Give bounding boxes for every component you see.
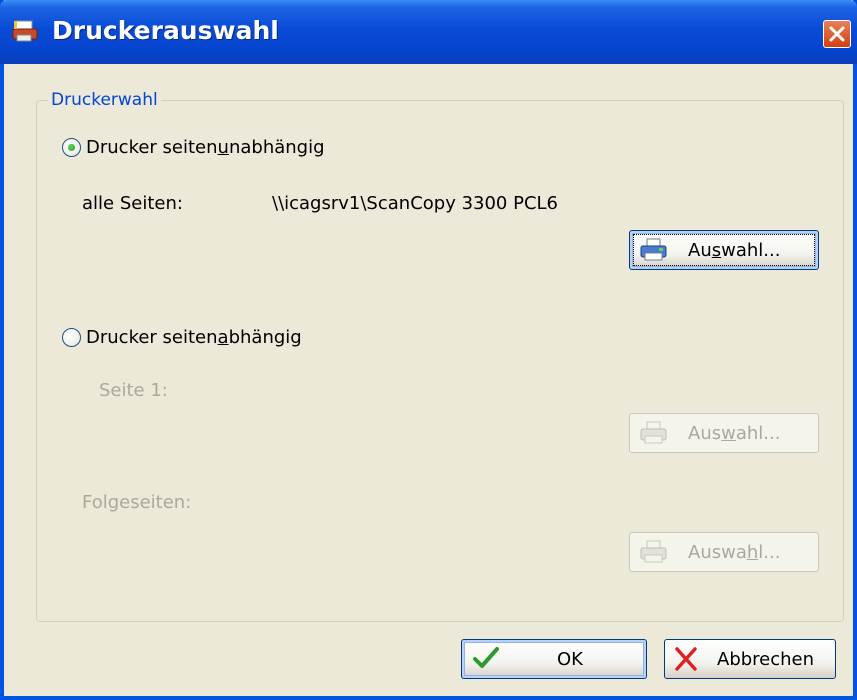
- mnemonic-letter: h: [746, 542, 759, 563]
- select-printer-all-pages-button[interactable]: Auswahl...: [629, 230, 819, 270]
- select-printer-following-pages-button[interactable]: Auswahl...: [629, 532, 819, 572]
- printer-app-icon: [12, 20, 38, 42]
- following-pages-label: Folgeseiten:: [82, 492, 192, 513]
- mnemonic-letter: w: [721, 423, 736, 444]
- label-part: Drucker seiten: [86, 327, 218, 348]
- button-label: Auswahl...: [688, 240, 780, 261]
- cancel-button[interactable]: Abbrechen: [664, 639, 836, 679]
- group-label: Druckerwahl: [48, 90, 161, 110]
- mnemonic-letter: a: [217, 327, 229, 348]
- button-label: Auswahl...: [688, 542, 780, 563]
- mnemonic-letter: u: [217, 137, 229, 158]
- dialog-window: Druckerauswahl Druckerwahl Drucker seite…: [0, 0, 857, 700]
- button-label: OK: [557, 649, 583, 670]
- label-part: Auswa: [688, 542, 747, 563]
- title-bar[interactable]: Druckerauswahl: [0, 0, 857, 64]
- all-pages-printer-value: \\icagsrv1\ScanCopy 3300 PCL6: [272, 193, 559, 214]
- select-printer-page-1-button[interactable]: Auswahl...: [629, 413, 819, 453]
- label-part: bhängig: [228, 327, 302, 348]
- printer-icon: [640, 421, 667, 444]
- mnemonic-letter: s: [711, 240, 722, 261]
- button-label: Auswahl...: [688, 423, 780, 444]
- close-button[interactable]: [823, 20, 851, 48]
- window-title: Druckerauswahl: [52, 16, 279, 45]
- label-part: Drucker seiten: [86, 137, 218, 158]
- radio-printer-page-dependent[interactable]: [62, 328, 81, 347]
- radio-selected-dot: [68, 144, 75, 151]
- printer-icon: [640, 540, 667, 563]
- checkmark-icon: [473, 647, 499, 668]
- close-icon: [829, 26, 845, 42]
- ok-button[interactable]: OK: [461, 639, 647, 679]
- label-part: Au: [688, 240, 712, 261]
- page-1-label: Seite 1:: [99, 380, 168, 401]
- radio-label-page-dependent[interactable]: Drucker seitenabhängig: [86, 327, 302, 348]
- radio-label-page-independent[interactable]: Drucker seitenunabhängig: [86, 137, 325, 158]
- label-part: nabhängig: [228, 137, 325, 158]
- label-part: wahl...: [721, 240, 781, 261]
- cross-icon: [675, 647, 697, 671]
- label-part: Aus: [688, 423, 722, 444]
- label-part: ahl...: [735, 423, 781, 444]
- label-part: l...: [758, 542, 781, 563]
- radio-printer-page-independent[interactable]: [62, 138, 81, 157]
- printer-icon: [640, 238, 667, 261]
- button-label: Abbrechen: [717, 649, 815, 670]
- all-pages-label: alle Seiten:: [82, 193, 183, 214]
